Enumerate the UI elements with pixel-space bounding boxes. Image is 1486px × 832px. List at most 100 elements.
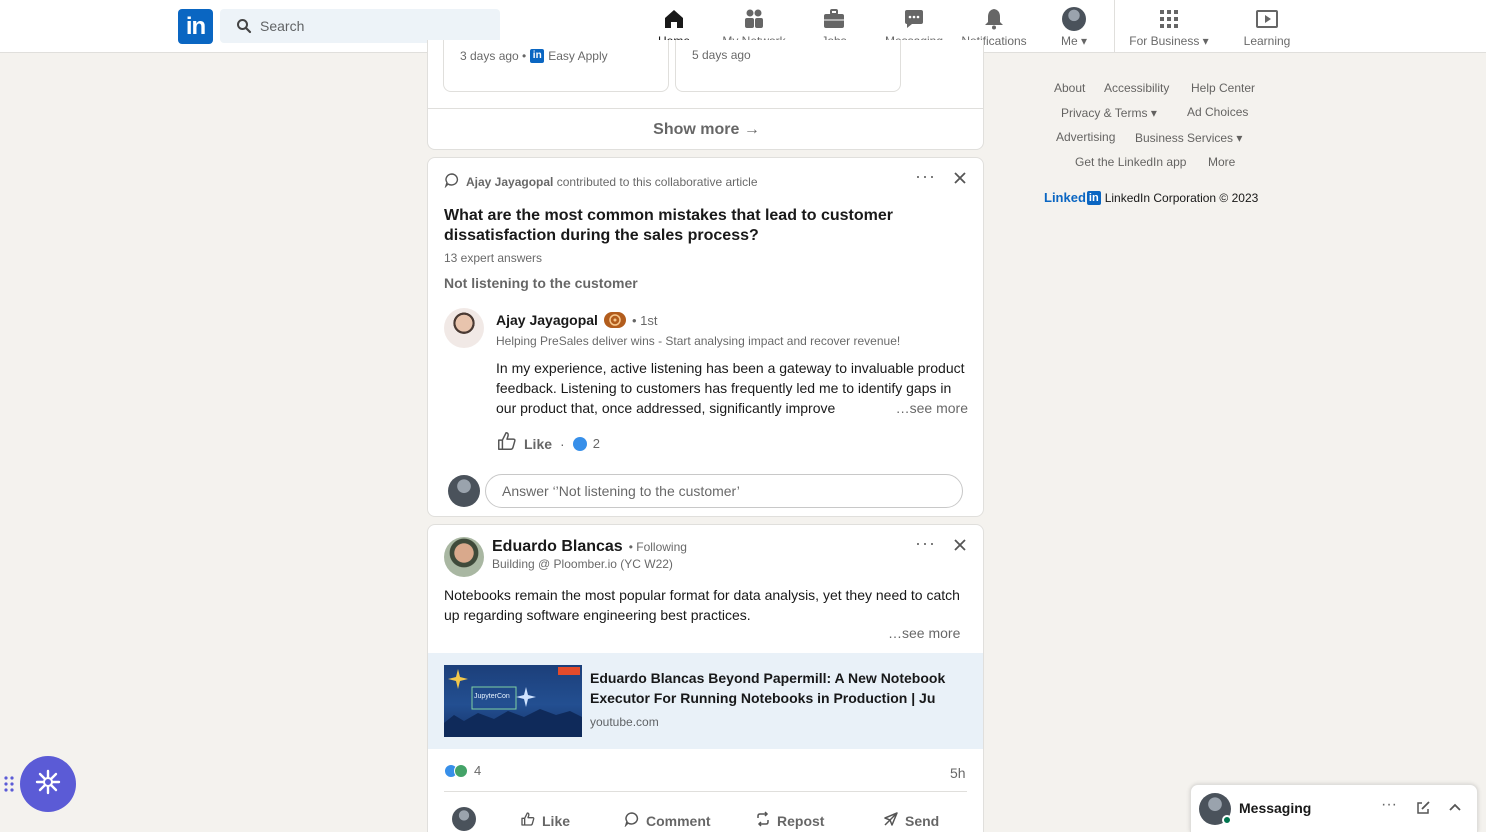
close-icon[interactable]	[952, 170, 968, 186]
messaging-label[interactable]: Messaging	[1239, 800, 1311, 816]
see-more-link[interactable]: …see more	[888, 398, 968, 418]
chevron-up-icon[interactable]	[1447, 800, 1463, 821]
bell-icon	[982, 7, 1006, 31]
post-time: 5h	[950, 765, 966, 781]
comment-icon	[444, 172, 460, 191]
nav-learning[interactable]: Learning	[1232, 0, 1302, 52]
search-icon	[236, 18, 252, 34]
jobs-recommendations-card: 3 days ago • in Easy Apply 5 days ago Sh…	[427, 40, 984, 150]
post-body: Notebooks remain the most popular format…	[444, 587, 960, 623]
briefcase-icon	[822, 7, 846, 31]
send-action-button[interactable]: Send	[883, 811, 939, 830]
online-status-icon	[1222, 815, 1232, 825]
contributor-name[interactable]: Ajay Jayagopal	[466, 175, 553, 189]
avatar	[1062, 7, 1086, 31]
compose-icon[interactable]	[1415, 800, 1431, 821]
footer-link-help-center[interactable]: Help Center	[1191, 81, 1255, 95]
collaborative-article-card: Ajay Jayagopal contributed to this colla…	[427, 157, 984, 517]
more-options-icon[interactable]: ···	[915, 533, 936, 554]
job-meta: 3 days ago • in Easy Apply	[460, 49, 608, 63]
footer-link-get-app[interactable]: Get the LinkedIn app	[1075, 155, 1186, 169]
nav-learning-label: Learning	[1243, 34, 1291, 48]
messaging-overlay[interactable]: Messaging ···	[1190, 784, 1478, 832]
see-more-link[interactable]: …see more	[888, 625, 960, 641]
like-action-button[interactable]: Like	[520, 811, 570, 830]
search-placeholder: Search	[260, 18, 305, 34]
answer-topic: Not listening to the customer	[444, 275, 638, 291]
search-box[interactable]: Search	[220, 9, 500, 43]
easy-apply-label: Easy Apply	[548, 49, 608, 63]
footer-link-advertising[interactable]: Advertising	[1056, 130, 1115, 144]
linkedin-logo[interactable]: in	[178, 9, 213, 44]
article-question[interactable]: What are the most common mistakes that l…	[444, 206, 944, 246]
answer-input[interactable]: Answer ‘’Not listening to the customer’	[485, 474, 963, 508]
celebrate-reaction-icon	[454, 763, 468, 778]
job-card[interactable]: 5 days ago	[675, 40, 901, 92]
nav-for-business-label: For Business ▾	[1129, 34, 1209, 48]
assistant-fab-button[interactable]	[20, 756, 76, 812]
reactions-count: 4	[474, 763, 482, 778]
footer-link-ad-choices[interactable]: Ad Choices	[1187, 105, 1248, 119]
comment-action-button[interactable]: Comment	[624, 811, 711, 830]
footer-link-accessibility[interactable]: Accessibility	[1104, 81, 1169, 95]
nav-divider	[1114, 0, 1115, 52]
linkedin-icon: in	[530, 49, 545, 63]
author-headline: Helping PreSales deliver wins - Start an…	[496, 334, 901, 348]
follow-status: • Following	[628, 540, 687, 554]
repost-icon	[755, 811, 771, 830]
answer-like-row: Like · 2	[496, 430, 600, 457]
show-more-button[interactable]: Show more →	[428, 109, 983, 149]
home-icon	[662, 7, 686, 31]
linkedin-wordmark: Linked in	[1044, 190, 1101, 205]
footer-link-business-services[interactable]: Business Services ▾	[1135, 131, 1242, 145]
footer-link-about[interactable]: About	[1054, 81, 1085, 95]
like-icon[interactable]	[496, 430, 518, 457]
link-thumbnail: JupyterCon	[444, 665, 582, 737]
close-icon[interactable]	[952, 537, 968, 553]
learning-icon	[1255, 7, 1279, 31]
author-headline: Building @ Ploomber.io (YC W22)	[492, 557, 673, 571]
footer-link-more[interactable]: More	[1208, 155, 1235, 169]
more-options-icon[interactable]: ···	[915, 166, 936, 187]
more-options-icon[interactable]: ···	[1381, 796, 1397, 814]
author-line: Ajay Jayagopal • 1st	[496, 312, 657, 328]
separator: ·	[560, 435, 565, 452]
drag-handle-icon[interactable]	[3, 774, 15, 794]
sparkle-icon	[34, 768, 62, 801]
reactions-summary[interactable]: 4	[444, 763, 481, 778]
contributor-text: contributed to this collaborative articl…	[556, 174, 758, 189]
footer-link-privacy-terms[interactable]: Privacy & Terms ▾	[1061, 106, 1157, 120]
caret-down-icon: ▾	[1080, 34, 1088, 48]
divider	[444, 791, 967, 792]
my-avatar	[448, 475, 480, 507]
footer-brand: Linked in LinkedIn Corporation © 2023	[1044, 190, 1258, 205]
feed-post-card: Eduardo Blancas • Following Building @ P…	[427, 524, 984, 832]
author-name[interactable]: Eduardo Blancas	[492, 538, 623, 556]
job-card[interactable]: 3 days ago • in Easy Apply	[443, 40, 669, 92]
nav-for-business[interactable]: For Business ▾	[1120, 0, 1218, 52]
like-count[interactable]: 2	[593, 436, 600, 451]
caret-down-icon: ▾	[1150, 106, 1157, 120]
link-title[interactable]: Eduardo Blancas Beyond Papermill: A New …	[590, 668, 960, 708]
nav-me[interactable]: Me ▾	[1034, 0, 1114, 52]
like-icon	[520, 811, 536, 830]
post-author-line: Eduardo Blancas • Following	[492, 538, 687, 556]
actor-avatar[interactable]	[452, 807, 476, 831]
right-rail-footer: About Accessibility Help Center Privacy …	[1036, 80, 1292, 220]
link-domain: youtube.com	[590, 715, 659, 729]
answers-count[interactable]: 13 expert answers	[444, 251, 542, 265]
like-button[interactable]: Like	[524, 436, 552, 452]
caret-down-icon: ▾	[1236, 131, 1243, 145]
connection-degree: • 1st	[631, 312, 658, 328]
copyright: LinkedIn Corporation © 2023	[1104, 190, 1259, 205]
author-name[interactable]: Ajay Jayagopal	[496, 312, 598, 328]
thumbnail-text: JupyterCon	[474, 693, 510, 700]
link-preview[interactable]: JupyterCon Eduardo Blancas Beyond Paperm…	[428, 653, 983, 749]
messaging-icon	[902, 7, 926, 31]
like-reaction-icon	[572, 436, 587, 451]
author-avatar[interactable]	[444, 308, 484, 348]
author-avatar[interactable]	[444, 537, 484, 577]
job-meta: 5 days ago	[692, 48, 751, 62]
nav-me-label: Me ▾	[1060, 34, 1088, 48]
repost-action-button[interactable]: Repost	[755, 811, 824, 830]
